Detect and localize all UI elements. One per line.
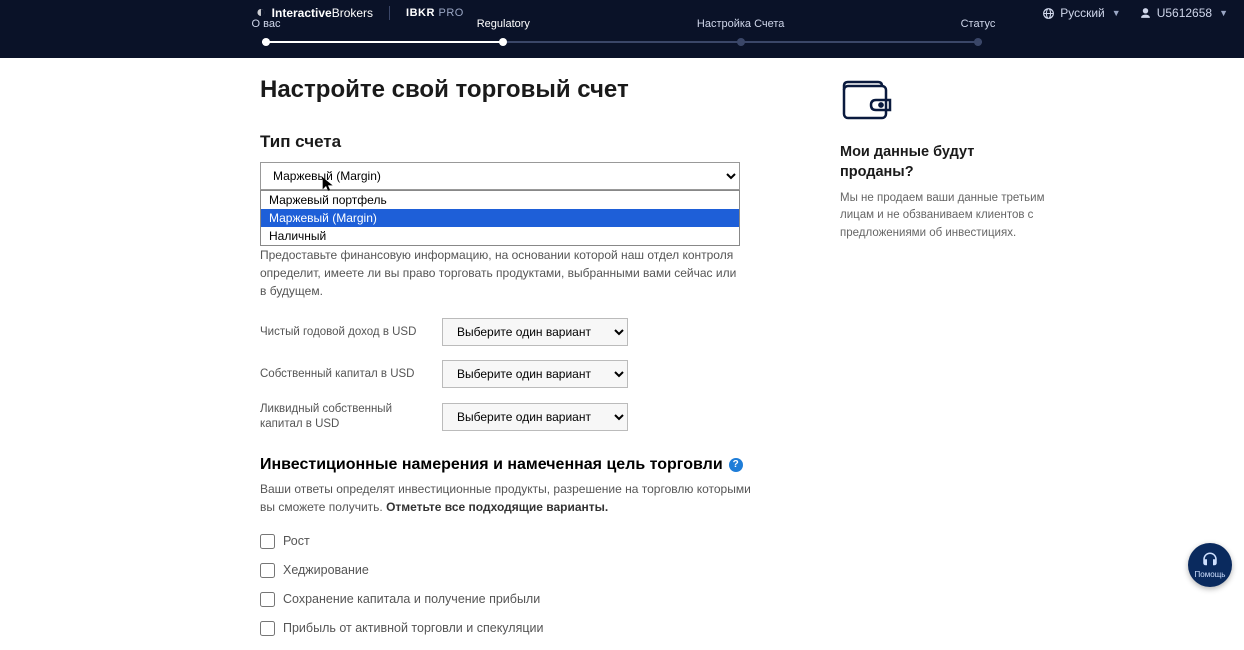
topbar-right: Русский ▼ U5612658 ▼ [1042,6,1228,20]
account-type-dropdown: Маржевый портфель Маржевый (Margin) Нали… [260,190,740,246]
progress-step-regulatory[interactable]: Regulatory [499,38,507,46]
investment-description: Ваши ответы определят инвестиционные про… [260,480,760,516]
field-row: Чистый годовой доход в USD Выберите один… [260,318,760,346]
account-type-option[interactable]: Наличный [261,227,739,245]
headset-icon [1201,551,1219,569]
brand-pro-label: IBKR PRO [406,7,464,19]
brand-name: InteractiveBrokers [272,6,373,20]
checkbox-label: Хеджирование [283,563,369,577]
globe-icon [1042,7,1055,20]
account-type-option-selected[interactable]: Маржевый (Margin) [261,209,739,227]
brand-bold: Interactive [272,6,332,20]
progress-label: Статус [961,18,996,30]
annual-income-select[interactable]: Выберите один вариант [442,318,628,346]
liquid-net-worth-select[interactable]: Выберите один вариант [442,403,628,431]
account-type-option[interactable]: Маржевый портфель [261,191,739,209]
progress-label: Regulatory [477,18,530,30]
account-menu[interactable]: U5612658 ▼ [1139,6,1228,20]
caret-down-icon: ▼ [1112,8,1121,18]
caret-down-icon: ▼ [1219,8,1228,18]
financial-description: Предоставьте финансовую информацию, на о… [260,246,740,300]
field-label: Собственный капитал в USD [260,367,430,382]
help-button[interactable]: Помощь [1188,543,1232,587]
checkbox-row: Прибыль от активной торговли и спекуляци… [260,621,760,636]
checkbox-row: Хеджирование [260,563,760,578]
page-title: Настройте свой торговый счет [260,76,760,104]
checkbox-label: Прибыль от активной торговли и спекуляци… [283,621,543,635]
account-id: U5612658 [1157,6,1212,20]
account-type-heading: Тип счета [260,132,760,152]
checkbox-row: Рост [260,534,760,549]
progress-step-account-setup[interactable]: Настройка Счета [737,38,745,46]
investment-intentions-section: Инвестиционные намерения и намеченная це… [260,456,760,636]
top-bar: ◐ InteractiveBrokers IBKR PRO Русский ▼ … [0,0,1244,26]
investment-checkboxes: Рост Хеджирование Сохранение капитала и … [260,534,760,636]
progress-label: Настройка Счета [697,18,785,30]
progress-step-about[interactable]: О вас [262,38,270,46]
checkbox-row: Сохранение капитала и получение прибыли [260,592,760,607]
field-label: Ликвидный собственный капитал в USD [260,402,430,432]
progress-bar: О вас Regulatory Настройка Счета Статус [0,26,1244,58]
net-worth-select[interactable]: Выберите один вариант [442,360,628,388]
side-body: Мы не продаем ваши данные третьим лицам … [840,190,1050,242]
field-row: Ликвидный собственный капитал в USD Выбе… [260,402,760,432]
account-type-select[interactable]: Маржевый (Margin) [260,162,740,190]
user-icon [1139,7,1152,20]
wallet-icon [840,76,1050,129]
language-label: Русский [1060,6,1105,20]
brand-light: Brokers [332,6,373,20]
progress-label: О вас [252,18,281,30]
financial-fields: Чистый годовой доход в USD Выберите один… [260,318,760,432]
side-column: Мои данные будут проданы? Мы не продаем … [840,76,1050,650]
checkbox-speculation[interactable] [260,621,275,636]
investment-heading-text: Инвестиционные намерения и намеченная це… [260,456,723,474]
language-switch[interactable]: Русский ▼ [1042,6,1120,20]
brand-separator [389,6,390,20]
main-column: Настройте свой торговый счет Тип счета М… [260,76,760,650]
field-row: Собственный капитал в USD Выберите один … [260,360,760,388]
field-label: Чистый годовой доход в USD [260,325,430,340]
page-content: Настройте свой торговый счет Тип счета М… [0,58,1244,650]
help-label: Помощь [1195,570,1226,579]
progress-done-segment [262,41,502,43]
brand-block: ◐ InteractiveBrokers IBKR PRO [256,4,464,22]
checkbox-preservation[interactable] [260,592,275,607]
account-type-select-wrap: Маржевый (Margin) Маржевый портфель Марж… [260,162,740,190]
checkbox-hedging[interactable] [260,563,275,578]
checkbox-growth[interactable] [260,534,275,549]
progress-track: О вас Regulatory Настройка Счета Статус [262,41,982,43]
progress-step-status[interactable]: Статус [974,38,982,46]
help-icon[interactable]: ? [729,458,743,472]
side-heading: Мои данные будут проданы? [840,143,1050,182]
checkbox-label: Сохранение капитала и получение прибыли [283,592,540,606]
checkbox-label: Рост [283,534,310,548]
investment-heading: Инвестиционные намерения и намеченная це… [260,456,760,474]
